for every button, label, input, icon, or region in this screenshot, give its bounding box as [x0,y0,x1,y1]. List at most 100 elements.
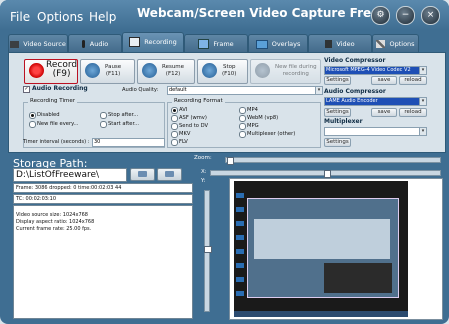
image-icon [198,39,210,49]
video-compressor-settings-button[interactable]: Settings [324,76,351,85]
tab-options[interactable]: Options [372,34,419,53]
menu-file[interactable]: File [10,10,30,24]
video-compressor-title: Video Compressor [324,57,386,64]
format-mkv-radio[interactable] [171,131,178,138]
video-edit-icon [325,40,333,48]
audio-recording-checkbox[interactable]: ✓ [23,86,30,93]
new-file-during-recording-button[interactable]: New file during recording [250,59,321,84]
menu-help[interactable]: Help [89,10,116,24]
tab-overlays[interactable]: Overlays [248,34,308,53]
tab-video-processing[interactable]: Video Processing [308,34,372,66]
pause-icon [85,63,100,78]
pause-button[interactable]: Pause (F11) [80,59,135,84]
preview-desktop-icons [236,193,244,303]
menu-options[interactable]: Options [37,10,83,24]
x-slider-thumb[interactable] [324,170,331,178]
storage-path-input[interactable]: D:\ListOfFreeware\ [13,168,127,182]
timer-interval-input[interactable]: 30 [92,138,165,147]
format-webm-label: WebM (vp8) [247,115,279,121]
camera-icon [10,40,20,48]
x-label: X: [201,169,207,175]
format-mkv-label: MKV [179,131,191,137]
minimize-button[interactable]: − [396,6,415,25]
tab-frame-grabber[interactable]: Frame Grabber [184,34,248,66]
format-mp4-radio[interactable] [239,107,246,114]
audio-compressor-title: Audio Compressor [324,88,386,95]
format-asf-radio[interactable] [171,115,178,122]
recording-format-group: Recording Format AVI ASF (wmv) Send to D… [167,98,321,148]
timer-new-file-radio[interactable] [29,121,36,128]
audio-compressor-reload-button[interactable]: reload [399,108,427,117]
format-multiplexer-radio[interactable] [239,131,246,138]
timer-start-after-label: Start after... [108,121,140,127]
chevron-down-icon: ▾ [315,87,322,94]
preview-nested-window [247,198,399,298]
zoom-label: Zoom: [194,155,212,161]
open-folder-button[interactable] [130,168,155,181]
audio-quality-label: Audio Quality: [122,87,159,93]
format-dv-radio[interactable] [171,123,178,130]
x-slider[interactable] [210,170,441,178]
tab-video-source[interactable]: Video Source [8,34,68,53]
resume-button[interactable]: Resume (F12) [137,59,195,84]
y-label: Y: [201,178,206,184]
layers-icon [255,39,268,49]
title-bar: File Options Help Webcam/Screen Video Ca… [0,0,449,30]
audio-recording-label: Audio Recording [32,85,88,92]
multiplexer-settings-button[interactable]: Settings [324,138,351,147]
multiplexer-select[interactable]: ▾ [324,127,427,136]
record-button[interactable]: Record (F9) [24,59,78,84]
chevron-down-icon: ▾ [419,128,426,135]
format-mpg-label: MPG [247,123,259,129]
timer-stop-after-radio[interactable] [100,112,107,119]
recording-icon [129,37,141,47]
format-flv-label: FLV [179,139,188,145]
y-slider[interactable] [204,190,212,312]
record-label: Record (F9) [46,60,78,79]
preview-video-frame [234,181,408,317]
format-avi-radio[interactable] [171,107,178,114]
format-webm-radio[interactable] [239,115,246,122]
stop-icon [202,63,217,78]
format-flv-radio[interactable] [171,139,178,146]
video-source-size: Video source size: 1024x768 [16,212,88,218]
folder-open-icon [138,171,147,177]
timer-interval-label: Timer interval (seconds) : [23,139,90,145]
timer-start-after-radio[interactable] [100,121,107,128]
audio-compressor-settings-button[interactable]: Settings [324,108,351,117]
resume-icon [142,63,157,78]
timer-new-file-label: New file every... [37,121,79,127]
audio-compressor-save-button[interactable]: save [371,108,397,117]
current-frame-rate: Current frame rate: 25.00 fps. [16,226,92,232]
close-button[interactable]: × [421,6,440,25]
tab-recording[interactable]: Recording [122,32,184,53]
video-compressor-select[interactable]: Microsoft MPEG-4 Video Codec V2 ▾ [324,66,427,75]
tab-bar: Video Source Audio Recording Frame Grabb… [8,32,444,66]
y-slider-thumb[interactable] [204,246,212,253]
zoom-slider[interactable] [225,157,441,165]
stop-label: Stop (F10) [222,64,237,77]
video-compressor-save-button[interactable]: save [371,76,397,85]
chevron-down-icon: ▾ [419,98,426,105]
tools-icon [376,40,386,48]
timer-stop-after-label: Stop after... [108,112,139,118]
resume-label: Resume (F12) [162,64,185,77]
format-avi-label: AVI [179,107,188,113]
format-mpg-radio[interactable] [239,123,246,130]
format-multiplexer-label: Multiplexer (other) [247,131,296,137]
settings-window-button[interactable]: ⚙ [371,6,390,25]
tab-audio[interactable]: Audio [68,34,122,53]
recording-panel: Record (F9) Pause (F11) Resume (F12) Stop (F… [8,52,446,153]
recording-timer-title: Recording Timer [28,98,77,104]
browse-folder-button[interactable] [157,168,182,181]
audio-compressor-select[interactable]: LAME Audio Encoder ▾ [324,97,427,106]
preview-taskbar [234,311,408,317]
timer-disabled-radio[interactable] [29,112,36,119]
video-compressor-reload-button[interactable]: reload [399,76,427,85]
folder-browse-icon [165,171,174,177]
display-aspect-ratio: Display aspect ratio: 1024x768 [16,219,95,225]
stop-button[interactable]: Stop (F10) [197,59,248,84]
format-asf-label: ASF (wmv) [179,115,207,121]
zoom-slider-thumb[interactable] [227,157,234,165]
audio-quality-select[interactable]: default ▾ [167,86,323,95]
